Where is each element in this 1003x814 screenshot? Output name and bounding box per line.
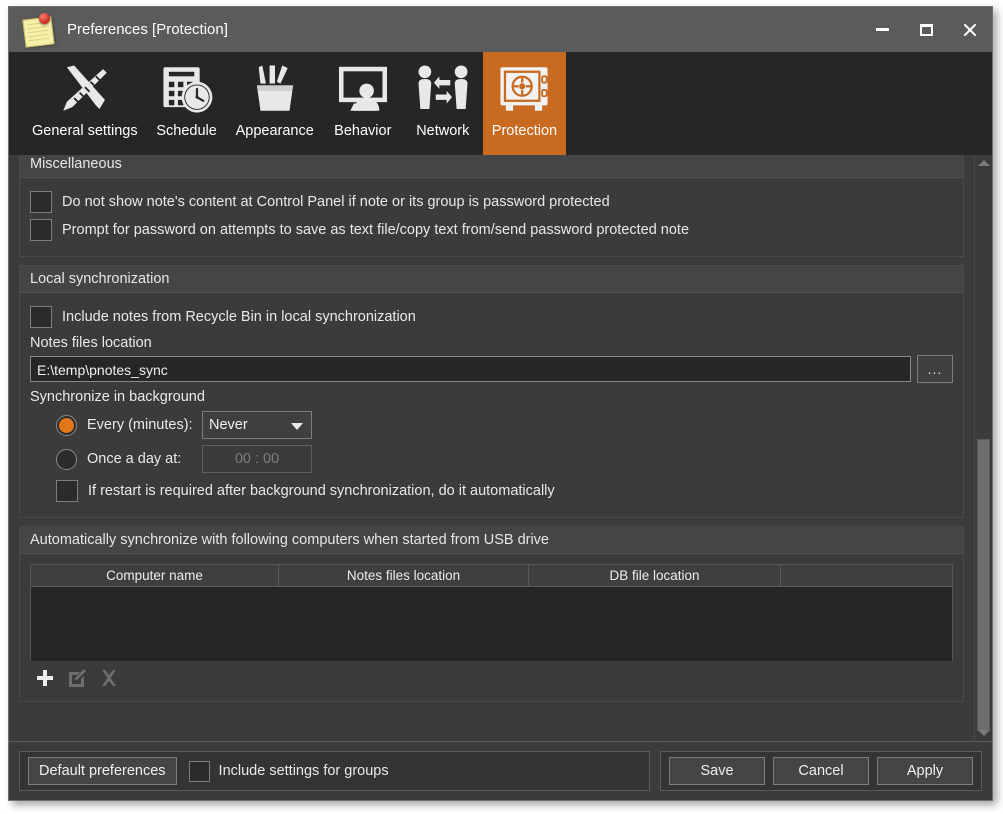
scrollbar-track[interactable] xyxy=(975,171,992,731)
column-header-spacer[interactable] xyxy=(781,565,952,587)
apply-button[interactable]: Apply xyxy=(877,757,973,785)
tab-label: Behavior xyxy=(334,123,392,139)
column-header-computer-name[interactable]: Computer name xyxy=(31,565,279,587)
monitor-user-icon xyxy=(332,58,394,120)
notes-location-input[interactable]: E:\temp\pnotes_sync xyxy=(30,356,911,382)
delete-icon[interactable] xyxy=(98,667,120,689)
window-controls xyxy=(860,7,992,52)
checkbox-hide-note-content[interactable]: Do not show note's content at Control Pa… xyxy=(30,190,953,214)
ruler-pencil-icon xyxy=(54,58,116,120)
tab-network[interactable]: Network xyxy=(403,52,483,155)
scrollbar-thumb[interactable] xyxy=(977,439,990,731)
tab-label: Protection xyxy=(491,123,558,139)
column-header-db-file-location[interactable]: DB file location xyxy=(529,565,781,587)
once-a-day-time-input[interactable]: 00 : 00 xyxy=(202,445,312,473)
scroll-up-arrow-icon[interactable] xyxy=(975,155,992,171)
group-header-local-sync: Local synchronization xyxy=(20,266,963,293)
tab-label: Appearance xyxy=(235,123,314,139)
table-toolbar xyxy=(30,661,953,691)
footer-left-panel: Default preferences Include settings for… xyxy=(19,751,650,791)
radio-row-every-minutes[interactable]: Every (minutes): Never xyxy=(56,411,953,439)
tab-label: Network xyxy=(416,123,470,139)
checkbox-label: Do not show note's content at Control Pa… xyxy=(62,194,610,210)
checkbox-auto-restart[interactable]: If restart is required after background … xyxy=(56,479,953,503)
computers-table[interactable]: Computer name Notes files location DB fi… xyxy=(30,564,953,661)
group-usb-synchronization: Automatically synchronize with following… xyxy=(19,526,964,702)
checkbox-include-recycle-bin[interactable]: Include notes from Recycle Bin in local … xyxy=(30,305,953,329)
table-header-row: Computer name Notes files location DB fi… xyxy=(31,565,952,587)
table-body-empty xyxy=(31,587,952,661)
synchronize-in-background-label: Synchronize in background xyxy=(30,389,205,405)
radio-every-minutes[interactable] xyxy=(56,414,77,436)
group-local-synchronization: Local synchronization Include notes from… xyxy=(19,265,964,518)
dialog-footer: Default preferences Include settings for… xyxy=(9,741,992,800)
checkbox-label: Include settings for groups xyxy=(218,763,389,779)
checkbox-include-settings-for-groups[interactable]: Include settings for groups xyxy=(188,760,389,782)
tab-schedule[interactable]: Schedule xyxy=(147,52,227,155)
title-bar: Preferences [Protection] xyxy=(9,7,992,52)
minimize-icon[interactable] xyxy=(860,7,904,52)
browse-button[interactable]: ... xyxy=(917,355,953,383)
scroll-down-arrow-icon[interactable] xyxy=(975,725,992,741)
sticky-note-icon xyxy=(17,11,59,49)
checkbox-box[interactable] xyxy=(30,306,52,328)
default-preferences-button[interactable]: Default preferences xyxy=(28,757,177,785)
preferences-body: Miscellaneous Do not show note's content… xyxy=(9,155,992,741)
settings-scroll-area: Miscellaneous Do not show note's content… xyxy=(9,155,974,741)
group-header-miscellaneous: Miscellaneous xyxy=(20,155,963,178)
checkbox-box[interactable] xyxy=(30,219,52,241)
tab-label: General settings xyxy=(32,123,138,139)
column-header-notes-files-location[interactable]: Notes files location xyxy=(279,565,529,587)
radio-label: Every (minutes): xyxy=(87,417,193,433)
pen-cup-icon xyxy=(244,58,306,120)
computers-table-wrap: Computer name Notes files location DB fi… xyxy=(30,564,953,691)
chevron-down-icon xyxy=(291,423,303,430)
people-exchange-icon xyxy=(412,58,474,120)
interval-dropdown[interactable]: Never xyxy=(202,411,312,439)
interval-dropdown-value: Never xyxy=(209,417,248,433)
preferences-toolbar: General settings Schedule Appearance Beh… xyxy=(9,52,992,155)
edit-icon[interactable] xyxy=(66,667,88,689)
checkbox-label: Prompt for password on attempts to save … xyxy=(62,222,690,238)
save-button[interactable]: Save xyxy=(669,757,765,785)
radio-once-a-day[interactable] xyxy=(56,448,77,470)
checkbox-box[interactable] xyxy=(30,191,52,213)
window-title: Preferences [Protection] xyxy=(67,21,228,38)
add-icon[interactable] xyxy=(34,667,56,689)
tab-protection[interactable]: Protection xyxy=(482,52,567,155)
notes-location-label: Notes files location xyxy=(30,335,152,351)
screenshot-root: Preferences [Protection] General setting… xyxy=(0,0,1003,814)
radio-label: Once a day at: xyxy=(87,451,182,467)
footer-right-panel: Save Cancel Apply xyxy=(660,751,982,791)
checkbox-label: Include notes from Recycle Bin in local … xyxy=(62,309,416,325)
tab-appearance[interactable]: Appearance xyxy=(227,52,323,155)
safe-vault-icon xyxy=(493,58,555,120)
radio-row-once-a-day[interactable]: Once a day at: 00 : 00 xyxy=(56,445,953,473)
checkbox-box[interactable] xyxy=(188,760,210,782)
tab-label: Schedule xyxy=(156,123,217,139)
vertical-scrollbar[interactable] xyxy=(974,155,992,741)
tab-behavior[interactable]: Behavior xyxy=(323,52,403,155)
group-miscellaneous: Miscellaneous Do not show note's content… xyxy=(19,155,964,257)
group-header-usb-sync: Automatically synchronize with following… xyxy=(20,527,963,554)
maximize-icon[interactable] xyxy=(904,7,948,52)
tab-general-settings[interactable]: General settings xyxy=(23,52,147,155)
preferences-window: Preferences [Protection] General setting… xyxy=(8,6,993,801)
notes-location-row: E:\temp\pnotes_sync ... xyxy=(30,355,953,383)
checkbox-box[interactable] xyxy=(56,480,78,502)
close-icon[interactable] xyxy=(948,7,992,52)
cancel-button[interactable]: Cancel xyxy=(773,757,869,785)
checkbox-prompt-password[interactable]: Prompt for password on attempts to save … xyxy=(30,218,953,242)
calendar-clock-icon xyxy=(156,58,218,120)
checkbox-label: If restart is required after background … xyxy=(88,483,555,499)
